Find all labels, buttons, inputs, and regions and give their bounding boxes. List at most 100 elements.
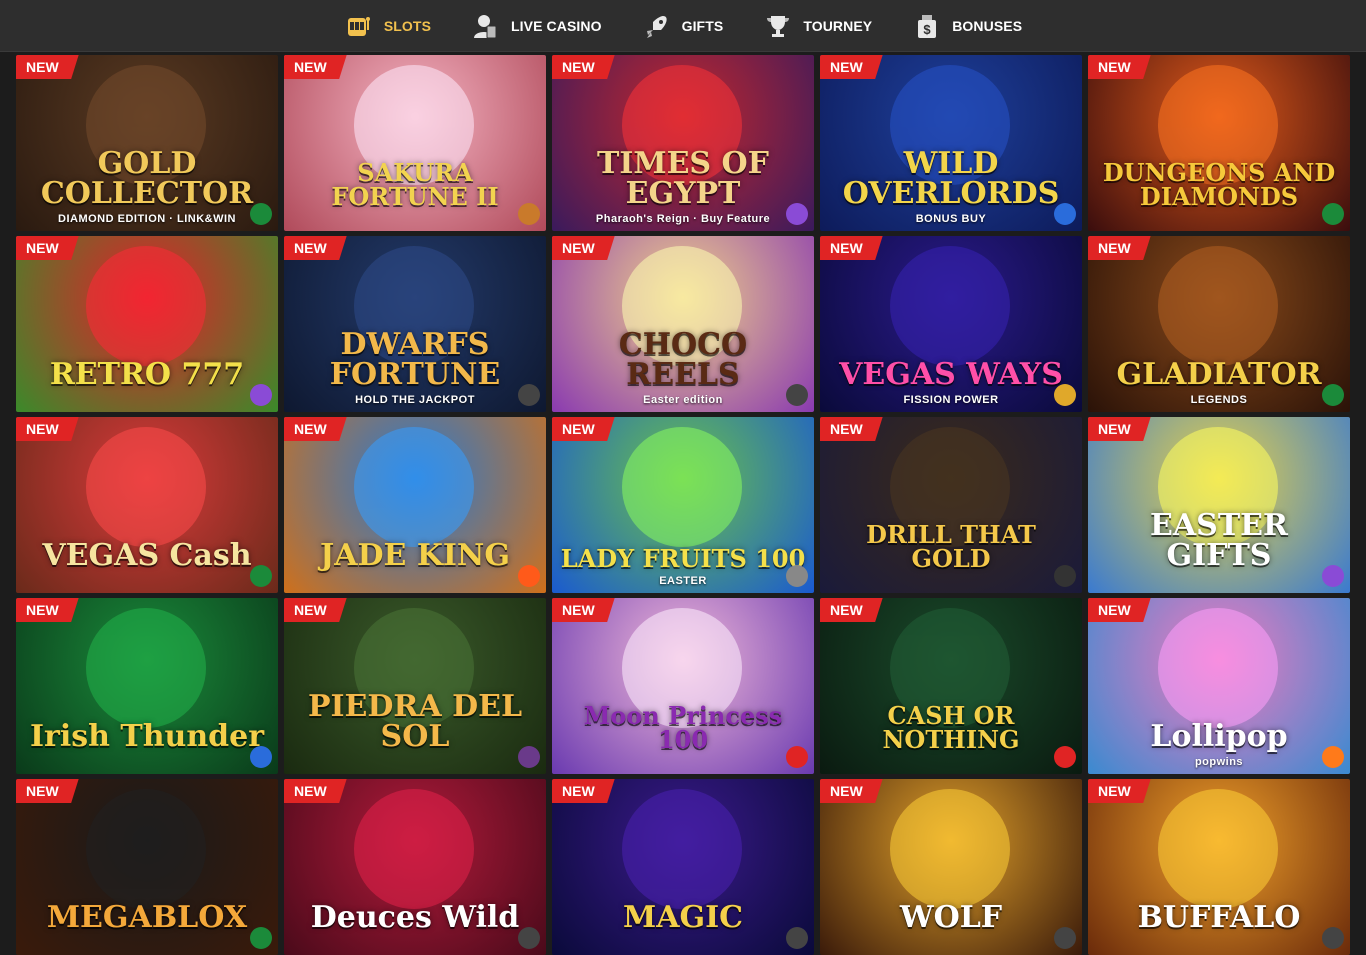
provider-logo-icon: [1054, 203, 1076, 225]
game-tile[interactable]: NEW WILD OVERLORDS BONUS BUY: [820, 55, 1082, 231]
new-badge: NEW: [552, 779, 615, 803]
game-subtitle: FISSION POWER: [903, 394, 999, 406]
nav-label: TOURNEY: [803, 17, 873, 34]
new-badge: NEW: [552, 417, 615, 441]
game-tile[interactable]: NEW DRILL THAT GOLD: [820, 417, 1082, 593]
game-tile[interactable]: NEW VEGAS WAYS FISSION POWER: [820, 236, 1082, 412]
game-subtitle: Easter edition: [643, 394, 723, 406]
nav-item-tourney[interactable]: TOURNEY: [743, 0, 892, 52]
game-tile[interactable]: NEW EASTER GIFTS: [1088, 417, 1350, 593]
artwork-shape: [354, 427, 474, 547]
provider-logo-icon: [250, 746, 272, 768]
game-tile[interactable]: NEW Moon Princess 100: [552, 598, 814, 774]
game-title: WOLF: [899, 900, 1003, 935]
game-title: TIMES OF EGYPT: [597, 146, 769, 211]
provider-logo-icon: [518, 746, 540, 768]
new-badge: NEW: [284, 55, 347, 79]
new-badge: NEW: [1088, 417, 1151, 441]
nav-item-bonuses[interactable]: $ BONUSES: [892, 0, 1042, 52]
games-grid: NEW GOLD COLLECTOR DIAMOND EDITION · LINK&…: [16, 55, 1352, 955]
new-badge: NEW: [16, 55, 79, 79]
provider-logo-icon: [786, 203, 808, 225]
game-tile[interactable]: NEW JADE KING: [284, 417, 546, 593]
provider-logo-icon: [1054, 746, 1076, 768]
new-badge: NEW: [552, 55, 615, 79]
game-title: MEGABLOX: [46, 900, 248, 935]
nav-item-gifts[interactable]: GIFTS: [622, 0, 744, 52]
nav-label: LIVE CASINO: [511, 17, 602, 34]
game-tile[interactable]: NEW LADY FRUITS 100 EASTER: [552, 417, 814, 593]
game-title: GOLD COLLECTOR: [40, 146, 254, 211]
game-tile[interactable]: NEW RETRO 777: [16, 236, 278, 412]
slot-machine-icon: [344, 11, 374, 41]
new-badge: NEW: [1088, 55, 1151, 79]
game-tile[interactable]: NEW TIMES OF EGYPT Pharaoh's Reign · Buy F…: [552, 55, 814, 231]
new-badge: NEW: [820, 779, 883, 803]
new-badge: NEW: [16, 779, 79, 803]
provider-logo-icon: [786, 565, 808, 587]
new-badge: NEW: [284, 779, 347, 803]
game-tile[interactable]: NEW MEGABLOX: [16, 779, 278, 955]
game-tile[interactable]: NEW DUNGEONS AND DIAMONDS: [1088, 55, 1350, 231]
game-tile[interactable]: NEW WOLF: [820, 779, 1082, 955]
new-badge: NEW: [820, 598, 883, 622]
game-tile[interactable]: NEW PIEDRA DEL SOL: [284, 598, 546, 774]
new-badge: NEW: [552, 236, 615, 260]
provider-logo-icon: [786, 384, 808, 406]
game-tile[interactable]: NEW Deuces Wild: [284, 779, 546, 955]
game-title: MAGIC: [622, 900, 743, 935]
artwork-shape: [86, 608, 206, 728]
provider-logo-icon: [1322, 384, 1344, 406]
nav-label: BONUSES: [952, 17, 1023, 34]
game-title: RETRO 777: [49, 357, 245, 392]
game-title: SAKURA FORTUNE II: [331, 158, 499, 211]
artwork-shape: [622, 789, 742, 909]
game-tile[interactable]: NEW VEGAS Cash: [16, 417, 278, 593]
game-title: VEGAS WAYS: [839, 357, 1063, 392]
game-tile[interactable]: NEW SAKURA FORTUNE II: [284, 55, 546, 231]
game-tile[interactable]: NEW CASH OR NOTHING: [820, 598, 1082, 774]
artwork-shape: [354, 789, 474, 909]
nav-item-slots[interactable]: SLOTS: [324, 0, 451, 52]
provider-logo-icon: [518, 927, 540, 949]
new-badge: NEW: [284, 236, 347, 260]
new-badge: NEW: [1088, 598, 1151, 622]
artwork-shape: [86, 246, 206, 366]
provider-logo-icon: [1054, 565, 1076, 587]
new-badge: NEW: [16, 236, 79, 260]
game-title: DWARFS FORTUNE: [329, 327, 501, 392]
trophy-icon: [763, 11, 793, 41]
game-title: Moon Princess 100: [583, 701, 783, 754]
game-tile[interactable]: NEW MAGIC: [552, 779, 814, 955]
game-tile[interactable]: NEW DWARFS FORTUNE HOLD THE JACKPOT: [284, 236, 546, 412]
new-badge: NEW: [1088, 236, 1151, 260]
game-subtitle: popwins: [1194, 756, 1244, 768]
dealer-icon: [471, 11, 501, 41]
game-tile[interactable]: NEW Lollipop popwins: [1088, 598, 1350, 774]
provider-logo-icon: [518, 565, 540, 587]
provider-logo-icon: [1322, 203, 1344, 225]
artwork-shape: [1158, 608, 1278, 728]
nav-item-live-casino[interactable]: LIVE CASINO: [451, 0, 622, 52]
game-subtitle: LEGENDS: [1190, 394, 1248, 406]
game-tile[interactable]: NEW CHOCO REELS Easter edition: [552, 236, 814, 412]
game-tile[interactable]: NEW GOLD COLLECTOR DIAMOND EDITION · LINK&…: [16, 55, 278, 231]
provider-logo-icon: [1322, 746, 1344, 768]
nav-label: GIFTS: [681, 17, 724, 34]
game-tile[interactable]: NEW BUFFALO: [1088, 779, 1350, 955]
game-title: Lollipop: [1150, 719, 1288, 754]
game-tile[interactable]: NEW GLADIATOR LEGENDS: [1088, 236, 1350, 412]
provider-logo-icon: [250, 384, 272, 406]
artwork-shape: [890, 246, 1010, 366]
game-tile[interactable]: NEW Irish Thunder: [16, 598, 278, 774]
provider-logo-icon: [1054, 384, 1076, 406]
game-title: Deuces Wild: [310, 900, 520, 935]
game-subtitle: Pharaoh's Reign · Buy Feature: [595, 213, 771, 225]
game-title: DUNGEONS AND DIAMONDS: [1102, 158, 1336, 211]
new-badge: NEW: [820, 417, 883, 441]
provider-logo-icon: [250, 203, 272, 225]
provider-logo-icon: [1322, 565, 1344, 587]
provider-logo-icon: [518, 203, 540, 225]
game-title: CHOCO REELS: [618, 327, 748, 392]
game-title: PIEDRA DEL SOL: [307, 689, 523, 754]
